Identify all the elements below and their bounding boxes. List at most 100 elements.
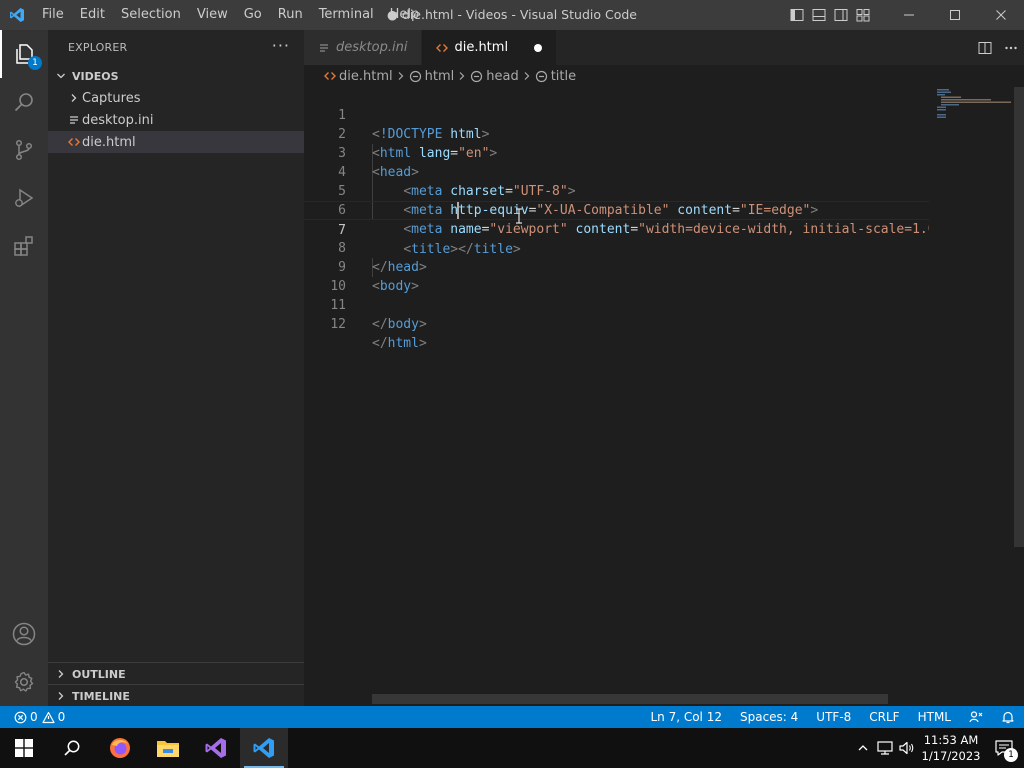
explorer-sidebar: EXPLORER ··· VIDEOS Captures desktop.ini… xyxy=(48,30,304,706)
outline-label: OUTLINE xyxy=(72,667,126,681)
error-count: 0 xyxy=(30,710,38,724)
file-lines-icon xyxy=(318,42,330,54)
action-center-icon[interactable]: 1 xyxy=(984,728,1024,768)
breadcrumb-html[interactable]: html xyxy=(425,69,455,84)
editor-tabs: desktop.ini die.html xyxy=(304,30,1024,65)
menu-go[interactable]: Go xyxy=(236,0,270,30)
tree-item-die-html[interactable]: die.html xyxy=(48,131,304,153)
run-debug-icon[interactable] xyxy=(0,174,48,222)
folder-section-videos[interactable]: VIDEOS xyxy=(48,65,304,87)
cursor-position[interactable]: Ln 7, Col 12 xyxy=(641,706,731,728)
taskbar-clock[interactable]: 11:53 AM 1/17/2023 xyxy=(918,732,984,764)
firefox-icon[interactable] xyxy=(96,728,144,768)
notifications-bell-icon[interactable] xyxy=(992,706,1024,728)
minimize-icon[interactable] xyxy=(886,0,932,30)
tree-item-desktop-ini[interactable]: desktop.ini xyxy=(48,109,304,131)
network-icon[interactable] xyxy=(874,728,896,768)
menu-view[interactable]: View xyxy=(189,0,236,30)
timeline-section[interactable]: TIMELINE xyxy=(48,684,304,707)
element-icon xyxy=(535,70,548,83)
unsaved-dot-icon[interactable] xyxy=(534,43,543,52)
accounts-icon[interactable] xyxy=(0,610,48,658)
menu-selection[interactable]: Selection xyxy=(113,0,189,30)
code-line: 11 </body> xyxy=(330,298,427,332)
chevron-up-icon[interactable] xyxy=(852,728,874,768)
source-control-icon[interactable] xyxy=(0,126,48,174)
code-line: 1 <!DOCTYPE html> xyxy=(338,108,490,142)
file-explorer-icon[interactable] xyxy=(144,728,192,768)
tree-item-captures[interactable]: Captures xyxy=(48,87,304,109)
chevron-right-icon xyxy=(457,71,467,81)
language-mode[interactable]: HTML xyxy=(909,706,960,728)
breadcrumb-head[interactable]: head xyxy=(486,69,518,84)
code-line-current: 7 <title></title> xyxy=(304,201,929,257)
menu-file[interactable]: File xyxy=(34,0,72,30)
system-tray: 11:53 AM 1/17/2023 1 xyxy=(852,728,1024,768)
extensions-icon[interactable] xyxy=(0,222,48,270)
vscode-taskbar-icon[interactable] xyxy=(240,728,288,768)
code-line: 6 <meta name="viewport" content="width=d… xyxy=(338,203,929,237)
title-bar: File Edit Selection View Go Run Terminal… xyxy=(0,0,1024,30)
vscode-logo-icon xyxy=(0,0,34,30)
breadcrumb-file[interactable]: die.html xyxy=(339,69,393,84)
tab-desktop-ini[interactable]: desktop.ini xyxy=(304,30,423,65)
encoding[interactable]: UTF-8 xyxy=(807,706,860,728)
clock-time: 11:53 AM xyxy=(923,733,979,747)
code-line: 9 <body> xyxy=(338,260,419,294)
tab-die-html[interactable]: die.html xyxy=(422,30,558,65)
problems-status[interactable]: 0 0 xyxy=(0,706,65,728)
breadcrumb: die.html html head title xyxy=(304,65,1024,87)
element-icon xyxy=(470,70,483,83)
search-icon[interactable] xyxy=(0,78,48,126)
menu-run[interactable]: Run xyxy=(270,0,311,30)
menu-help[interactable]: Help xyxy=(382,0,428,30)
split-editor-icon[interactable] xyxy=(972,30,998,65)
toggle-secondary-sidebar-icon[interactable] xyxy=(830,0,852,30)
toggle-panel-icon[interactable] xyxy=(808,0,830,30)
explorer-icon[interactable]: 1 xyxy=(0,30,48,78)
explorer-header: EXPLORER ··· xyxy=(48,30,304,65)
chevron-down-icon xyxy=(54,71,68,81)
windows-taskbar: 11:53 AM 1/17/2023 1 xyxy=(0,728,1024,768)
indentation[interactable]: Spaces: 4 xyxy=(731,706,807,728)
windows-start-icon[interactable] xyxy=(0,728,48,768)
tree-item-label: desktop.ini xyxy=(82,112,154,128)
notification-count: 1 xyxy=(1004,748,1018,762)
tree-item-label: Captures xyxy=(82,90,141,106)
code-line: 5 <meta http-equiv="X-UA-Compatible" con… xyxy=(338,184,819,218)
folder-name: VIDEOS xyxy=(72,69,119,83)
settings-gear-icon[interactable] xyxy=(0,658,48,706)
code-line: 3 <head> xyxy=(338,146,419,180)
breadcrumb-title[interactable]: title xyxy=(551,69,576,84)
status-right: Ln 7, Col 12 Spaces: 4 UTF-8 CRLF HTML xyxy=(641,706,1024,728)
chevron-right-icon xyxy=(522,71,532,81)
visual-studio-icon[interactable] xyxy=(192,728,240,768)
vertical-scrollbar[interactable] xyxy=(1014,87,1024,547)
menu-edit[interactable]: Edit xyxy=(72,0,113,30)
volume-icon[interactable] xyxy=(896,728,918,768)
chevron-right-icon xyxy=(54,669,68,679)
horizontal-scrollbar[interactable] xyxy=(372,694,888,704)
title-bar-controls xyxy=(786,0,1024,30)
menu-terminal[interactable]: Terminal xyxy=(311,0,382,30)
html-file-icon xyxy=(324,70,336,82)
more-actions-icon[interactable]: ··· xyxy=(272,36,290,55)
customize-layout-icon[interactable] xyxy=(852,0,874,30)
code-line: 12 </html> xyxy=(330,317,427,351)
tab-label: die.html xyxy=(454,40,509,55)
code-line: 2 <html lang="en"> xyxy=(338,127,498,161)
minimap[interactable] xyxy=(929,87,1014,727)
html-file-icon xyxy=(436,42,449,54)
line-ending[interactable]: CRLF xyxy=(860,706,908,728)
maximize-icon[interactable] xyxy=(932,0,978,30)
outline-section[interactable]: OUTLINE xyxy=(48,662,304,685)
code-editor[interactable]: 1 <!DOCTYPE html> 2 <html lang="en"> 3 <… xyxy=(304,87,929,727)
toggle-primary-sidebar-icon[interactable] xyxy=(786,0,808,30)
more-actions-icon[interactable] xyxy=(998,30,1024,65)
timeline-label: TIMELINE xyxy=(72,689,130,703)
close-icon[interactable] xyxy=(978,0,1024,30)
feedback-icon[interactable] xyxy=(960,706,992,728)
taskbar-search-icon[interactable] xyxy=(48,728,96,768)
code-line: 10 xyxy=(330,279,346,294)
menu-bar: File Edit Selection View Go Run Terminal… xyxy=(34,0,427,30)
